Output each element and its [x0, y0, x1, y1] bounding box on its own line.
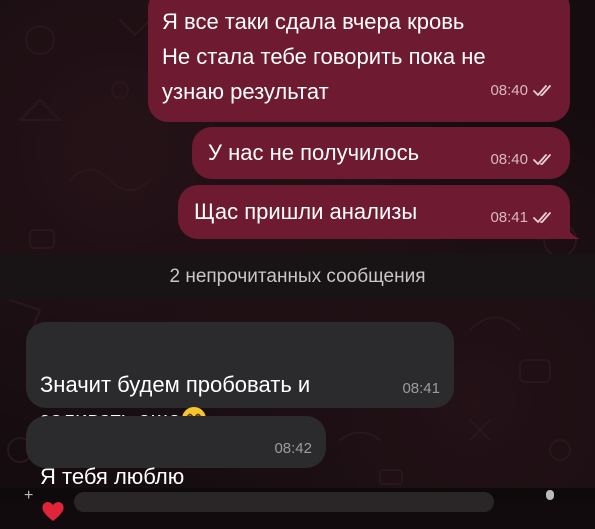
message-bubble-incoming[interactable]: Значит будем пробовать и заливать еще 08…: [26, 322, 454, 432]
message-time: 08:40: [490, 82, 528, 99]
double-check-icon: [533, 154, 551, 165]
message-meta: 08:40: [490, 151, 556, 169]
message-time: 08:41: [402, 380, 440, 397]
message-time: 08:41: [490, 209, 528, 226]
message-text: Я тебя люблю: [40, 424, 184, 529]
unread-separator-label: 2 непрочитанных сообщения: [169, 266, 426, 287]
message-text: У нас не получилось: [208, 140, 420, 165]
message-input[interactable]: [74, 492, 494, 512]
message-bubble-outgoing[interactable]: Щас пришли анализы 08:41: [178, 185, 570, 239]
message-meta: 08:41: [402, 380, 440, 398]
message-meta: 08:42: [274, 440, 312, 458]
message-text: Щас пришли анализы: [194, 199, 418, 224]
red-heart-emoji: [42, 502, 64, 521]
unread-messages-separator: 2 непрочитанных сообщения: [0, 254, 595, 300]
message-bubble-outgoing[interactable]: У нас не получилось 08:40: [192, 127, 570, 179]
message-meta: 08:40: [490, 82, 556, 100]
message-meta: 08:41: [490, 209, 556, 227]
message-time: 08:42: [274, 440, 312, 457]
bubble-tail: [566, 225, 580, 239]
message-time: 08:40: [490, 151, 528, 168]
double-check-icon: [533, 85, 551, 96]
message-bubble-incoming[interactable]: Я тебя люблю 08:42: [26, 416, 326, 521]
double-check-icon: [533, 212, 551, 223]
message-text-content: Я тебя люблю: [40, 464, 185, 489]
attach-icon[interactable]: +: [24, 488, 42, 504]
microphone-icon[interactable]: [540, 490, 560, 500]
message-bubble-outgoing[interactable]: Я все таки сдала вчера кровь Не стала те…: [148, 0, 570, 122]
